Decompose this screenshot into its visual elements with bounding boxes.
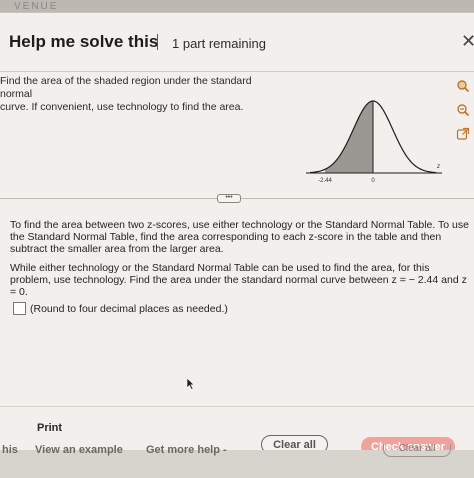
dialog-title: Help me solve this: [9, 32, 159, 51]
parts-remaining-label: 1 part remaining: [172, 36, 266, 51]
header-divider: [0, 71, 474, 72]
get-more-help-link[interactable]: Get more help -: [146, 444, 227, 456]
help-paragraph-1: To find the area between two z-scores, u…: [10, 219, 469, 255]
dialog-header: Help me solve this 1 part remaining ✕: [0, 13, 474, 71]
question-text: Find the area of the shaded region under…: [0, 75, 280, 114]
question-line-1: Find the area of the shaded region under…: [0, 75, 252, 100]
expand-collapse-button[interactable]: •••: [217, 194, 241, 203]
tick-label-neg-2-44: -2.44: [318, 178, 332, 184]
background-left-stub: his: [2, 444, 18, 456]
help-paragraph-2: While either technology or the Standard …: [10, 262, 467, 298]
background-clear-all-button[interactable]: Clear all: [383, 444, 451, 457]
axis-label-z: z: [436, 164, 440, 170]
tick-label-zero: 0: [371, 178, 375, 184]
view-example-link[interactable]: View an example: [35, 444, 123, 456]
close-icon[interactable]: ✕: [461, 31, 474, 52]
print-link[interactable]: Print: [37, 422, 62, 434]
shaded-region: [324, 101, 373, 173]
background-page-toolbar: his View an example Get more help - Clea…: [0, 444, 474, 478]
answer-hint: (Round to four decimal places as needed.…: [30, 302, 228, 315]
open-external-icon[interactable]: [454, 125, 472, 143]
zoom-out-icon[interactable]: [454, 101, 472, 119]
zoom-in-icon[interactable]: [454, 77, 472, 95]
footer-divider: [0, 406, 474, 407]
help-me-solve-dialog: Help me solve this 1 part remaining ✕ Fi…: [0, 12, 474, 456]
question-line-2: curve. If convenient, use technology to …: [0, 101, 244, 113]
mouse-pointer-icon: [186, 377, 195, 390]
section-divider: •••: [0, 194, 474, 204]
background-stub-text: VENUE: [14, 1, 59, 12]
answer-input[interactable]: [13, 302, 26, 315]
title-separator: [157, 34, 158, 50]
answer-line: (Round to four decimal places as needed.…: [13, 302, 228, 315]
tool-column: [454, 77, 474, 149]
normal-curve-chart: -2.44 0 z: [306, 100, 442, 184]
